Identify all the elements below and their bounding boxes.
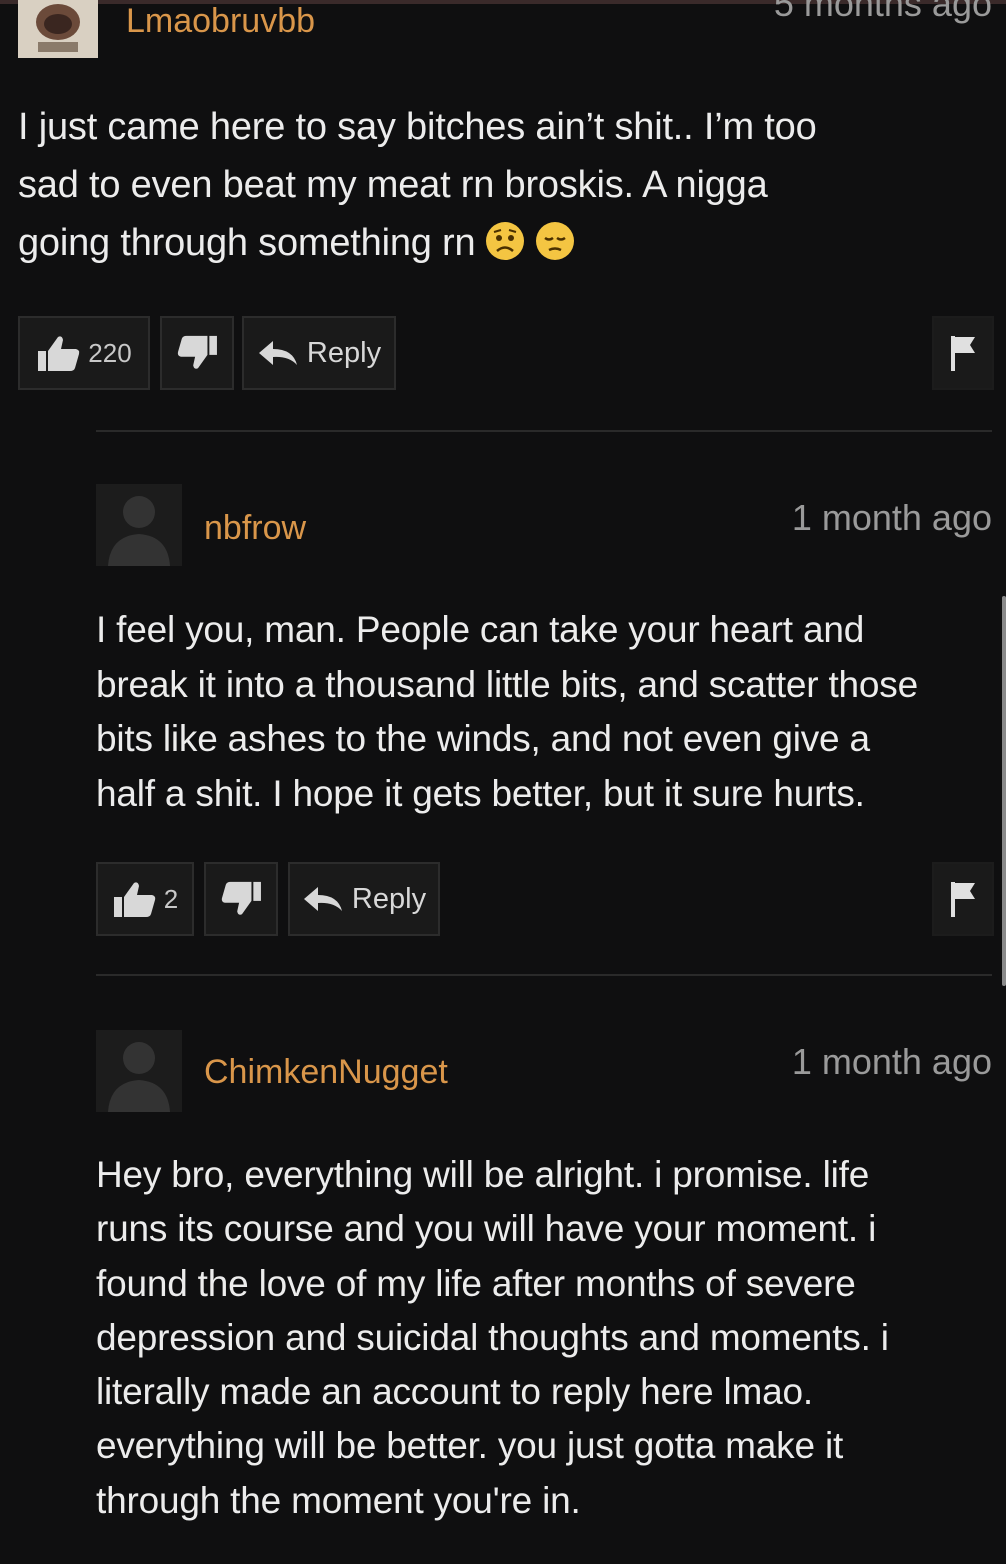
comment-line: through the moment you're in.: [96, 1479, 581, 1521]
reply-arrow-icon: [303, 887, 342, 911]
user-silhouette-icon: [96, 484, 182, 566]
divider: [96, 430, 992, 432]
reply-label: Reply: [351, 882, 427, 915]
flag-button[interactable]: [932, 862, 994, 936]
like-button[interactable]: 2: [96, 862, 194, 936]
comment-line: sad to even beat my meat rn broskis. A n…: [18, 164, 768, 206]
comment-line: runs its course and you will have your m…: [96, 1208, 877, 1250]
reply-button[interactable]: Reply: [288, 862, 440, 936]
comment-line: depression and suicidal thoughts and mom…: [96, 1316, 889, 1358]
timestamp: 5 months ago: [773, 0, 992, 24]
username[interactable]: nbfrow: [204, 506, 306, 550]
comment-line: literally made an account to reply here …: [96, 1371, 813, 1413]
reply-button[interactable]: Reply: [242, 316, 396, 390]
worried-face-icon: [486, 222, 525, 260]
like-count: 2: [163, 883, 179, 914]
reply-label: Reply: [306, 336, 382, 369]
timestamp: 1 month ago: [791, 497, 992, 538]
comment-line: going through something rn: [18, 214, 978, 272]
avatar-photo-icon: [18, 0, 98, 58]
thumbs-down-icon: [221, 881, 261, 915]
comment-line: everything will be better. you just gott…: [96, 1425, 844, 1467]
like-button[interactable]: 220: [18, 316, 150, 390]
comment-line: half a shit. I hope it gets better, but …: [96, 772, 865, 814]
pensive-face-icon: [536, 222, 575, 260]
scrollbar[interactable]: [1002, 596, 1006, 986]
comment-line: Hey bro, everything will be alright. i p…: [96, 1154, 870, 1195]
dislike-button[interactable]: [160, 316, 234, 390]
avatar[interactable]: [96, 1030, 182, 1112]
flag-button[interactable]: [932, 316, 994, 390]
avatar[interactable]: [18, 0, 98, 58]
comment-body: Hey bro, everything will be alright. i p…: [96, 1148, 996, 1528]
comment-line: found the love of my life after months o…: [96, 1262, 856, 1304]
comment-line: break it into a thousand little bits, an…: [96, 663, 918, 705]
comment-body: I just came here to say bitches ain’t sh…: [18, 98, 978, 272]
divider: [96, 974, 992, 976]
thumbs-up-icon: [38, 336, 80, 371]
comment-line-text: going through something rn: [18, 222, 476, 264]
comment-body: I feel you, man. People can take your he…: [96, 603, 996, 821]
flag-icon: [951, 336, 975, 371]
flag-icon: [951, 882, 975, 917]
thumbs-down-icon: [177, 335, 217, 369]
user-silhouette-icon: [96, 1030, 182, 1112]
avatar[interactable]: [96, 484, 182, 566]
comment-line: I feel you, man. People can take your he…: [96, 609, 865, 650]
username[interactable]: ChimkenNugget: [204, 1050, 448, 1094]
reply-arrow-icon: [258, 341, 297, 365]
thumbs-up-icon: [113, 882, 155, 917]
comment-line: I just came here to say bitches ain’t sh…: [18, 106, 817, 148]
comment-line: bits like ashes to the winds, and not ev…: [96, 718, 870, 759]
dislike-button[interactable]: [204, 862, 278, 936]
like-count: 220: [88, 337, 132, 368]
username[interactable]: Lmaobruvbb: [126, 0, 315, 42]
timestamp: 1 month ago: [791, 1041, 992, 1082]
